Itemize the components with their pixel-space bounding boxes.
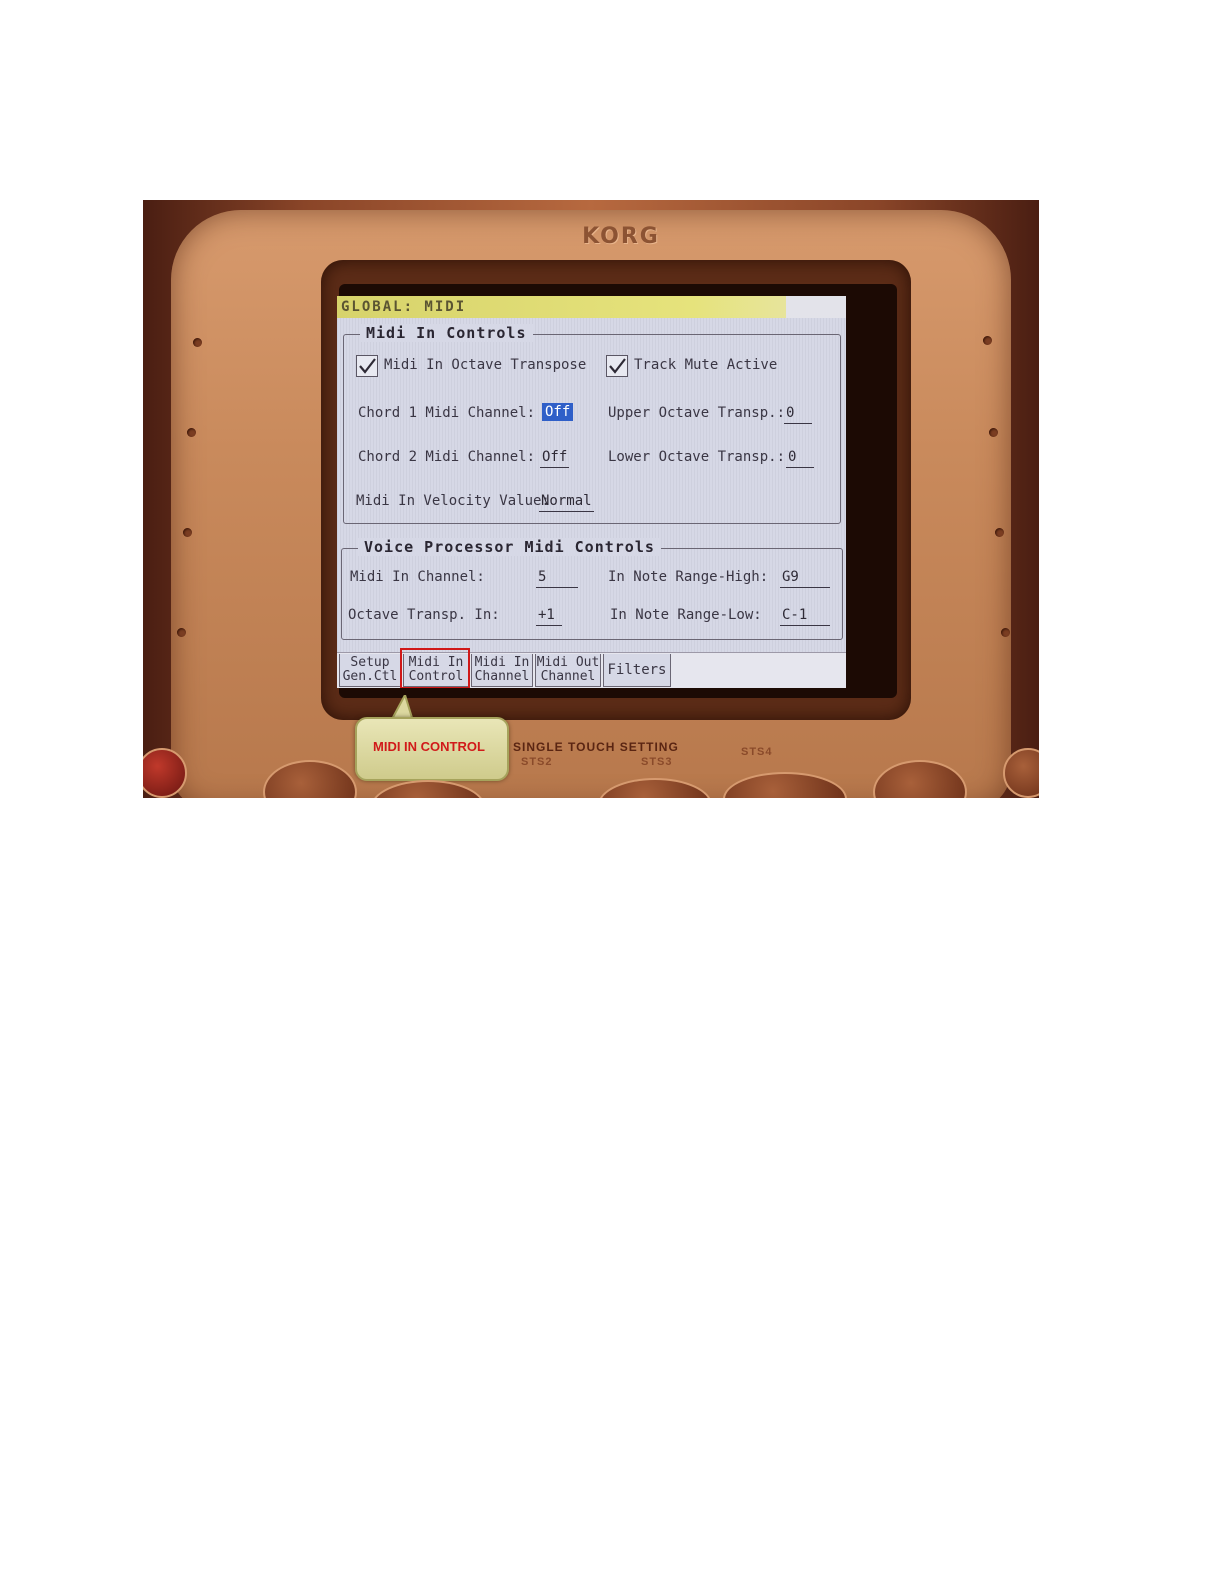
range-high-value[interactable]: G9 [780,569,830,588]
screw-icon [187,428,196,437]
upper-octave-label: Upper Octave Transp.: [608,405,786,421]
sts2-label: STS2 [521,756,553,768]
chord1-channel-label: Chord 1 Midi Channel: [358,405,536,421]
keyboard-photo: KORG GLOBAL: MIDI Midi In Controls Midi … [143,200,1039,798]
octave-transpose-label: Midi In Octave Transpose [384,357,587,373]
sts3-label: STS3 [641,756,673,768]
range-low-value[interactable]: C-1 [780,607,830,626]
group-title-voice-processor: Voice Processor Midi Controls [358,538,661,556]
tab-label-line1: Midi Out [536,655,600,670]
callout-text: MIDI IN CONTROL [373,739,485,754]
screw-icon [1001,628,1010,637]
single-touch-setting-label: SINGLE TOUCH SETTING [513,740,679,754]
velocity-value[interactable]: Normal [539,493,594,512]
vp-octave-value[interactable]: +1 [536,607,562,626]
tab-label-line1: Filters [607,662,667,678]
group-title-midi-in-controls: Midi In Controls [360,324,533,342]
track-mute-label: Track Mute Active [634,357,778,373]
tab-midi-out-channel[interactable]: Midi Out Channel [535,654,601,687]
screw-icon [989,428,998,437]
range-high-label: In Note Range-High: [608,569,769,585]
vp-octave-label: Octave Transp. In: [348,607,500,623]
active-tab-highlight [400,648,470,688]
tab-label-line2: Channel [474,669,530,684]
upper-octave-value[interactable]: 0 [784,405,812,424]
screw-icon [983,336,992,345]
page-title: GLOBAL: MIDI [341,299,467,315]
screw-icon [193,338,202,347]
chord2-channel-label: Chord 2 Midi Channel: [358,449,536,465]
panel-button-far-right[interactable] [1003,748,1039,798]
vp-channel-label: Midi In Channel: [350,569,485,585]
range-low-label: In Note Range-Low: [610,607,762,623]
track-mute-checkbox[interactable] [606,355,628,377]
title-bar-end [786,296,846,318]
screw-icon [177,628,186,637]
tab-midi-in-channel[interactable]: Midi In Channel [471,654,533,687]
lower-octave-label: Lower Octave Transp.: [608,449,786,465]
lower-octave-value[interactable]: 0 [786,449,814,468]
chord1-channel-value[interactable]: Off [542,403,574,421]
octave-transpose-checkbox[interactable] [356,355,378,377]
voice-processor-group: Voice Processor Midi Controls Midi In Ch… [341,538,843,640]
screw-icon [995,528,1004,537]
lcd-display: GLOBAL: MIDI Midi In Controls Midi In Oc… [337,296,846,688]
page-title-bar: GLOBAL: MIDI [337,296,846,318]
checkmark-icon [359,358,376,374]
checkmark-icon [609,358,626,374]
screw-icon [183,528,192,537]
sts4-label: STS4 [741,746,773,758]
brand-logo: KORG [582,224,660,249]
callout-box: MIDI IN CONTROL [355,717,509,781]
midi-in-controls-group: Midi In Controls Midi In Octave Transpos… [343,324,841,524]
chord2-channel-value[interactable]: Off [540,449,570,468]
tab-label-line1: Midi In [474,655,530,670]
tab-label-line2: Channel [540,669,596,684]
vp-channel-value[interactable]: 5 [536,569,578,588]
tab-label-line1: Setup [350,655,390,670]
tab-filters[interactable]: Filters [603,654,671,687]
tab-setup-gen-ctl[interactable]: Setup Gen.Ctl [339,654,401,687]
tab-label-line2: Gen.Ctl [342,669,398,684]
velocity-label: Midi In Velocity Value: [356,493,550,509]
